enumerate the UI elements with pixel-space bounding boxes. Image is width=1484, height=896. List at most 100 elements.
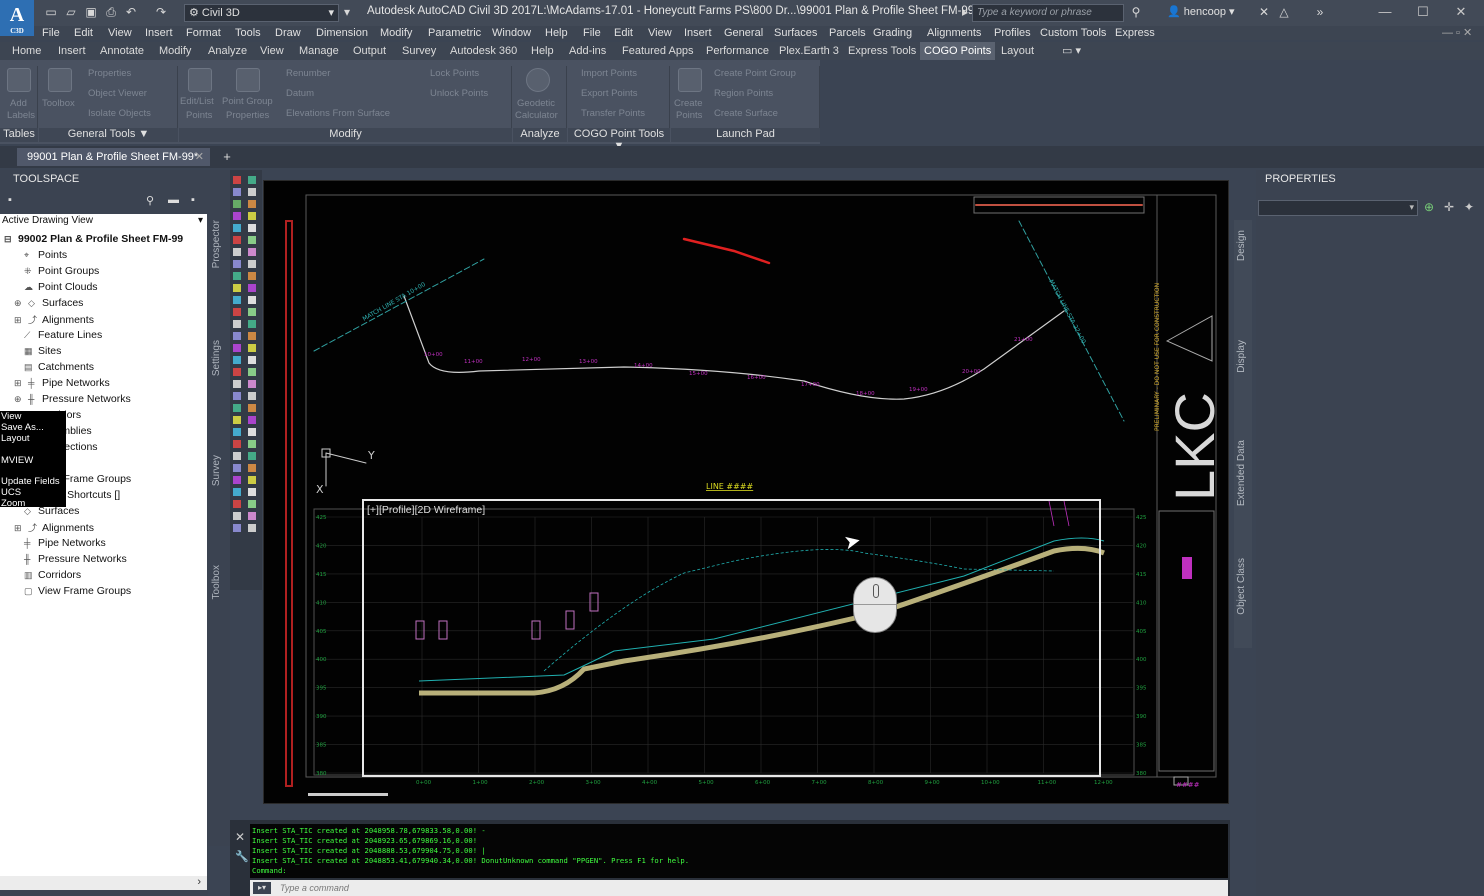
ctx-view[interactable]: View <box>1 411 21 422</box>
command-prompt-icon[interactable]: ▸▾ <box>253 882 271 894</box>
new-tab-button[interactable]: + <box>218 149 236 165</box>
expand-icon[interactable]: ⊞ <box>14 523 24 534</box>
menu-item[interactable]: Format <box>186 26 221 40</box>
save-icon[interactable]: ▣ <box>84 5 98 19</box>
quick-select-icon[interactable]: ✦ <box>1464 200 1474 214</box>
expand-icon[interactable]: ⊕ <box>14 394 24 405</box>
toolspace-menu-icon[interactable]: ▪ <box>8 194 12 206</box>
expand-icon[interactable]: ⊞ <box>14 315 24 326</box>
minimize-button[interactable]: — <box>1370 3 1400 21</box>
ctx-ucs[interactable]: UCS <box>1 487 21 498</box>
props-tab-display[interactable]: Display <box>1236 340 1247 373</box>
exchange-icon[interactable]: ✕ <box>1257 5 1271 19</box>
tree-item-shortcut-corridors[interactable]: ▥ Corridors <box>24 569 81 581</box>
tree-item-catchments[interactable]: ▤ Catchments <box>24 361 94 373</box>
tree-item-points[interactable]: ⌖ Points <box>24 249 67 261</box>
profile-viewport[interactable] <box>362 499 1101 777</box>
tile-icon[interactable]: ▬ <box>168 194 179 206</box>
binoculars-icon[interactable]: ⚲ <box>1129 5 1143 19</box>
tree-item-point-clouds[interactable]: ☁ Point Clouds <box>24 281 98 293</box>
side-tab-prospector[interactable]: Prospector <box>211 220 227 268</box>
help-icon[interactable]: » <box>1313 5 1327 19</box>
search-expand-icon[interactable]: ▸ <box>958 5 972 19</box>
panel-label-modify[interactable]: Modify <box>179 128 512 142</box>
menu-item[interactable]: View <box>648 26 672 40</box>
help-icon[interactable]: ▪ <box>191 194 195 206</box>
panel-label-tables[interactable]: Tables <box>0 128 38 142</box>
horizontal-scrollbar[interactable]: › <box>0 876 207 890</box>
tree-item-feature-lines[interactable]: ⟋ Feature Lines <box>24 329 102 341</box>
tab-autodesk-360[interactable]: Autodesk 360 <box>446 42 521 60</box>
tree-item-pressure-networks[interactable]: ⊕ ╫ Pressure Networks <box>14 393 131 405</box>
redo-icon[interactable]: ↷ <box>154 5 168 19</box>
toggle-pickadd-icon[interactable]: ⊕ <box>1424 200 1434 214</box>
tab-performance[interactable]: Performance <box>702 42 773 60</box>
tree-item-pipe-networks[interactable]: ⊞ ╪ Pipe Networks <box>14 377 110 389</box>
tab-view[interactable]: View <box>256 42 288 60</box>
toolbox-icon[interactable] <box>48 68 72 92</box>
ctx-zoom[interactable]: Zoom <box>1 498 25 509</box>
menu-item[interactable]: Modify <box>380 26 412 40</box>
user-account[interactable]: 👤 hencoop ▾ <box>1167 5 1235 18</box>
open-icon[interactable]: ▱ <box>64 5 78 19</box>
create-points-icon[interactable] <box>678 68 702 92</box>
menu-item[interactable]: Insert <box>145 26 173 40</box>
side-tab-settings[interactable]: Settings <box>211 340 227 376</box>
tree-item-surfaces[interactable]: ⊕ ◇ Surfaces <box>14 297 83 309</box>
ctx-update-fields[interactable]: Update Fields <box>1 476 60 487</box>
edit-points-icon[interactable] <box>188 68 212 92</box>
select-objects-icon[interactable]: ✛ <box>1444 200 1454 214</box>
menu-item[interactable]: File <box>42 26 60 40</box>
scroll-right-icon[interactable]: › <box>197 876 201 888</box>
ribbon-options-icon[interactable]: ▭ ▾ <box>1058 42 1085 60</box>
close-icon[interactable]: ✕ <box>235 830 245 844</box>
ctx-layout[interactable]: Layout <box>1 433 30 444</box>
tab-modify[interactable]: Modify <box>155 42 195 60</box>
panel-label-cogo-point-tools[interactable]: COGO Point Tools ▼ <box>568 128 670 152</box>
tab-layout[interactable]: Layout <box>997 42 1038 60</box>
menu-item[interactable]: Edit <box>614 26 633 40</box>
tab-annotate[interactable]: Annotate <box>96 42 148 60</box>
menu-item[interactable]: File <box>583 26 601 40</box>
tab-output[interactable]: Output <box>349 42 390 60</box>
tree-item-shortcut-view-frame-groups[interactable]: ▢ View Frame Groups <box>24 585 131 597</box>
menu-item[interactable]: Express <box>1115 26 1155 40</box>
menu-item[interactable]: Custom Tools <box>1040 26 1106 40</box>
collapse-icon[interactable]: ⊟ <box>4 234 14 245</box>
menu-item[interactable]: General <box>724 26 763 40</box>
tab-help[interactable]: Help <box>527 42 558 60</box>
tab-survey[interactable]: Survey <box>398 42 440 60</box>
ctx-save-as[interactable]: Save As... <box>1 422 44 433</box>
pin-icon[interactable]: ⚲ <box>146 194 154 207</box>
menu-item[interactable]: Insert <box>684 26 712 40</box>
menu-item[interactable]: Tools <box>235 26 261 40</box>
tree-root[interactable]: ⊟ 99002 Plan & Profile Sheet FM-99 <box>4 233 183 245</box>
tree-item-alignments[interactable]: ⊞ ⤴ Alignments <box>14 313 94 326</box>
a360-icon[interactable]: △ <box>1277 5 1291 19</box>
tree-item-shortcut-pressure-networks[interactable]: ╫ Pressure Networks <box>24 553 127 565</box>
viewport-controls-label[interactable]: [+][Profile][2D Wireframe] <box>367 504 485 516</box>
tree-item-sites[interactable]: ▦ Sites <box>24 345 61 357</box>
menu-item[interactable]: Grading <box>873 26 912 40</box>
menu-item[interactable]: Parametric <box>428 26 481 40</box>
help-search-input[interactable]: Type a keyword or phrase <box>972 4 1124 22</box>
tab-cogo-points[interactable]: COGO Points <box>920 42 996 60</box>
menu-item[interactable]: Alignments <box>927 26 981 40</box>
add-labels-icon[interactable] <box>7 68 31 92</box>
close-icon[interactable]: ✕ <box>195 148 204 166</box>
ctx-mview[interactable]: MVIEW <box>1 455 33 466</box>
tab-plex-earth[interactable]: Plex.Earth 3 <box>775 42 843 60</box>
tab-manage[interactable]: Manage <box>295 42 343 60</box>
command-input[interactable]: Type a command <box>250 880 1228 896</box>
menu-item[interactable]: Surfaces <box>774 26 817 40</box>
new-icon[interactable]: ▭ <box>44 5 58 19</box>
panel-label-general-tools[interactable]: General Tools ▼ <box>39 128 178 142</box>
toolbar-icons[interactable] <box>230 170 262 540</box>
side-tab-survey[interactable]: Survey <box>211 455 227 486</box>
close-button[interactable]: ✕ <box>1446 3 1476 21</box>
panel-label-analyze[interactable]: Analyze <box>513 128 567 142</box>
props-tab-design[interactable]: Design <box>1236 230 1247 261</box>
tab-analyze[interactable]: Analyze <box>204 42 251 60</box>
geodetic-calculator-icon[interactable] <box>526 68 550 92</box>
props-tab-extended-data[interactable]: Extended Data <box>1236 440 1247 506</box>
